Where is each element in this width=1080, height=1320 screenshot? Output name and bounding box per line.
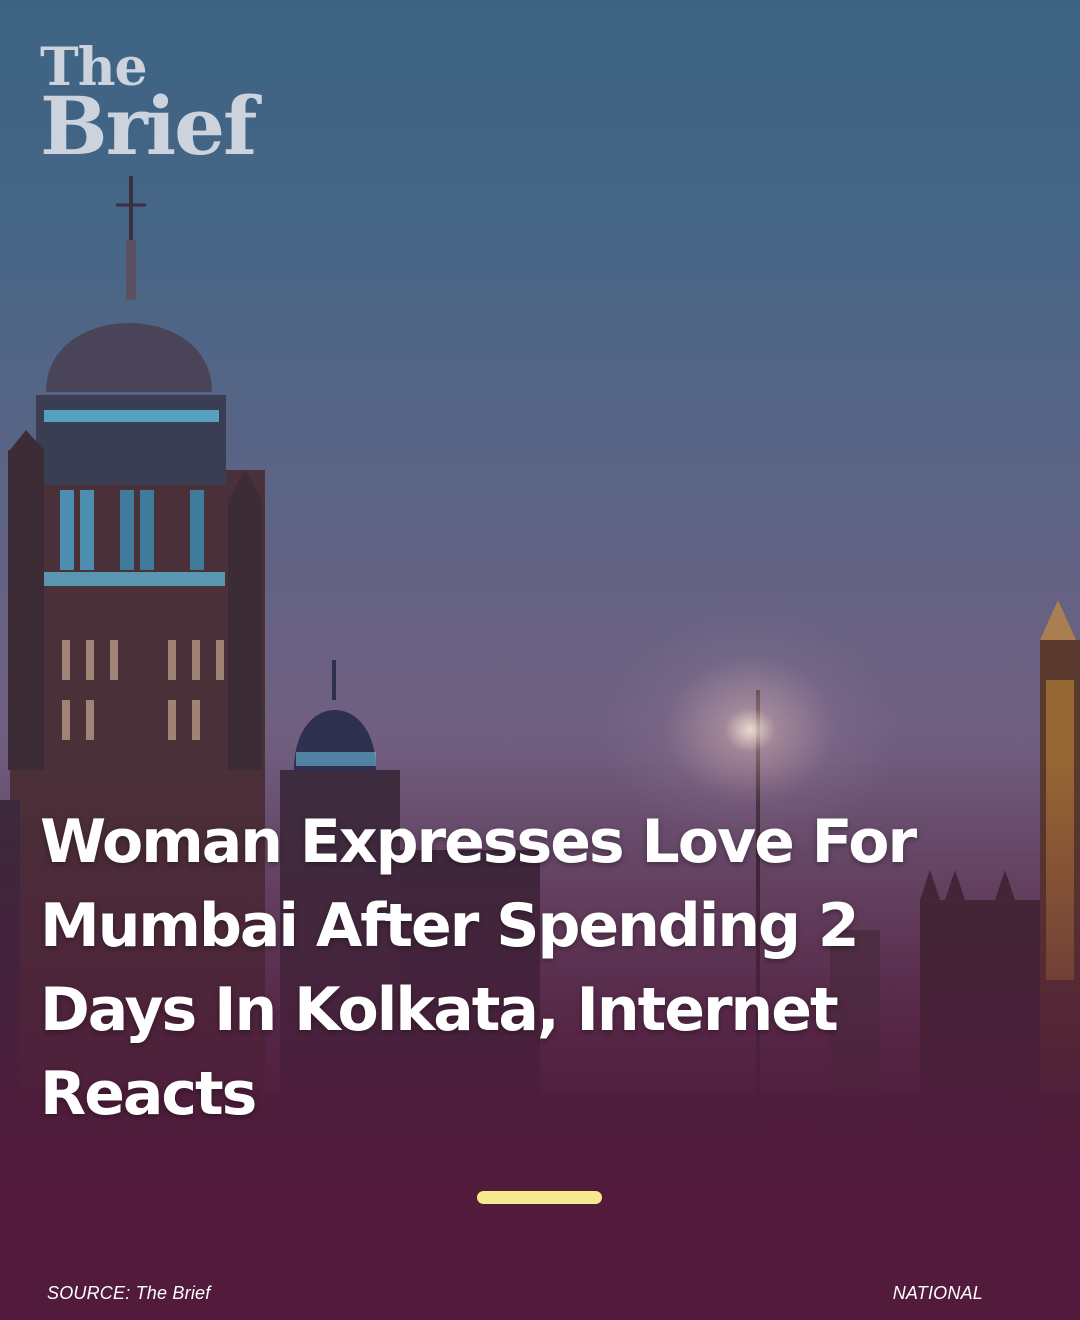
story-progress-indicator xyxy=(477,1191,602,1204)
brand-line-brief: Brief xyxy=(40,79,257,173)
story-card[interactable]: The Brief Woman Expresses Love For Mumba… xyxy=(0,0,1080,1320)
source-label: SOURCE: The Brief xyxy=(47,1283,211,1303)
category-label[interactable]: NATIONAL xyxy=(893,1283,983,1304)
story-headline[interactable]: Woman Expresses Love For Mumbai After Sp… xyxy=(40,800,920,1136)
brand-logo: The Brief xyxy=(40,42,257,173)
